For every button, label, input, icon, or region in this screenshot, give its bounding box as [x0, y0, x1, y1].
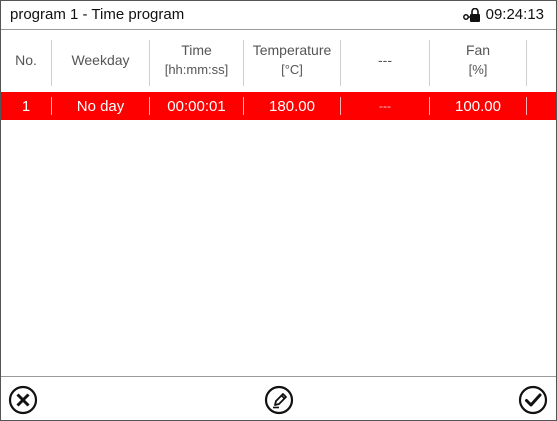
- footer-bar: [1, 376, 556, 421]
- column-label: Time: [181, 41, 212, 58]
- clock-time: 09:24:13: [485, 6, 544, 23]
- column-header-weekday: Weekday: [52, 30, 149, 89]
- page-title: program 1 - Time program: [10, 6, 185, 23]
- row-cell-temperature: 180.00: [269, 97, 315, 115]
- column-label: No.: [15, 51, 37, 68]
- close-icon: [8, 385, 38, 415]
- status-clock: 09:24:13: [462, 6, 544, 23]
- column-label: Weekday: [71, 51, 130, 68]
- column-unit: [hh:mm:ss]: [164, 61, 229, 77]
- checkmark-icon: [518, 385, 548, 415]
- table-row[interactable]: 1 No day 00:00:01 180.00 --- 100.00: [1, 92, 556, 120]
- edit-button[interactable]: [263, 384, 295, 416]
- column-label: Temperature: [252, 41, 332, 58]
- row-cell-blank: ---: [379, 99, 391, 113]
- row-cell-no: 1: [21, 97, 31, 115]
- column-header-blank: ---: [341, 30, 429, 89]
- row-cell-fan: 100.00: [455, 97, 501, 115]
- table-header: No. Weekday Time [hh:mm:ss] Temperature …: [1, 30, 556, 89]
- edit-icon: [264, 385, 294, 415]
- padlock-key-icon: [462, 7, 480, 22]
- row-cell-weekday: No day: [76, 97, 125, 115]
- column-header-fan: Fan [%]: [430, 30, 526, 89]
- column-label: Fan: [465, 41, 491, 58]
- column-unit: [%]: [468, 61, 488, 77]
- program-screen: program 1 - Time program 09:24:13 No. We…: [0, 0, 557, 421]
- column-divider: [526, 40, 527, 86]
- confirm-button[interactable]: [517, 384, 549, 416]
- column-header-time: Time [hh:mm:ss]: [150, 30, 243, 89]
- row-cell-time: 00:00:01: [167, 97, 226, 115]
- close-button[interactable]: [7, 384, 39, 416]
- column-header-no: No.: [1, 30, 51, 89]
- row-divider: [526, 97, 527, 115]
- column-header-temperature: Temperature [°C]: [244, 30, 340, 89]
- column-label: ---: [378, 51, 392, 68]
- column-unit: [°C]: [281, 61, 303, 77]
- title-bar: program 1 - Time program 09:24:13: [1, 1, 556, 30]
